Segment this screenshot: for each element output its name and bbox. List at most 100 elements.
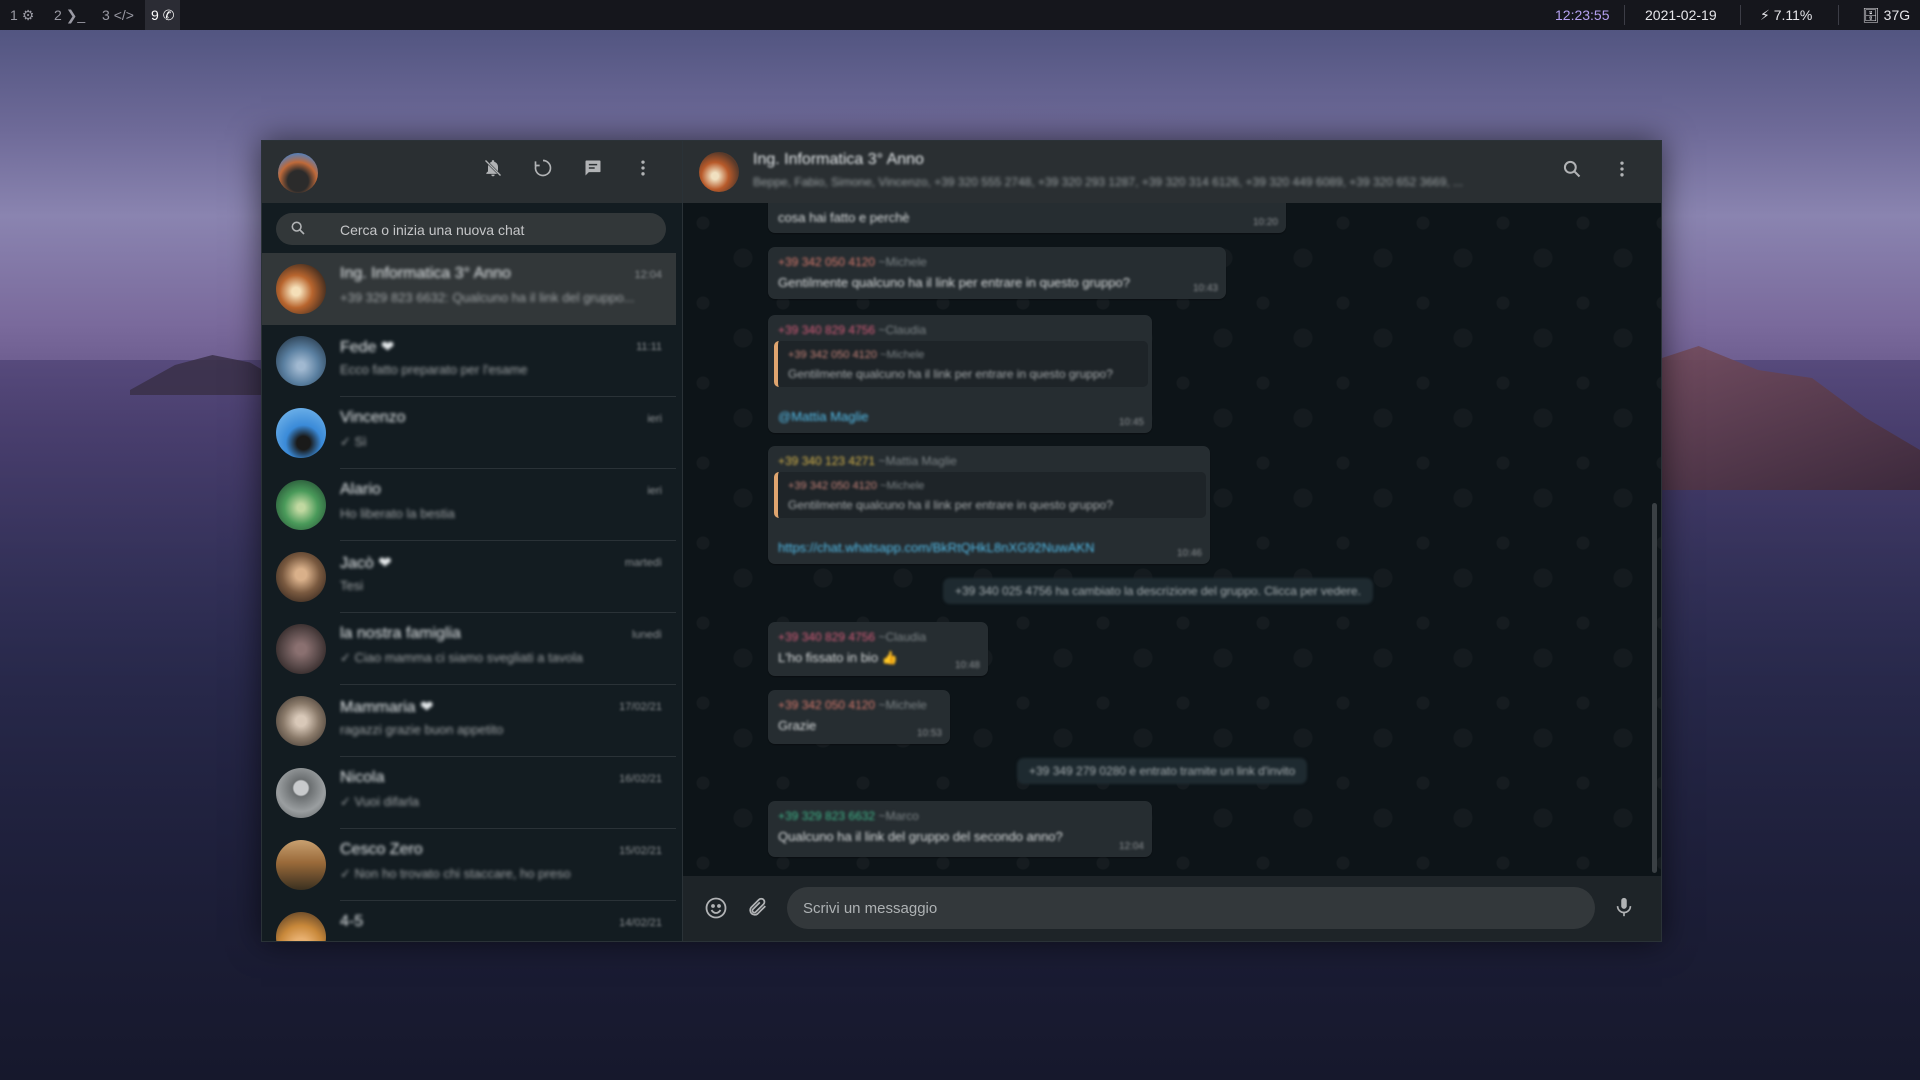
- chat-name: Fede ❤: [340, 339, 395, 356]
- chat-preview: ✓ Ciao mamma ci siamo svegliati a tavola: [340, 650, 583, 665]
- divider: [1624, 5, 1625, 25]
- message-time: 12:04: [1118, 841, 1144, 852]
- chat-time: 15/02/21: [619, 845, 662, 857]
- chat-preview: +39 329 823 6632: Qualcuno ha il link de…: [340, 290, 635, 305]
- whatsapp-icon: ✆: [162, 7, 175, 23]
- conversation-header[interactable]: Ing. Informatica 3° Anno Beppe, Fabio, S…: [683, 141, 1661, 203]
- workspace-1[interactable]: 1 ⚙: [4, 0, 40, 30]
- quoted-message[interactable]: +39 342 050 4120 ~Michele Gentilmente qu…: [774, 341, 1148, 387]
- avatar: [276, 408, 326, 458]
- quoted-text: Gentilmente qualcuno ha il link per entr…: [788, 367, 1113, 381]
- message-text: cosa hai fatto e perchè: [778, 210, 910, 225]
- message-time: 10:20: [1252, 217, 1278, 228]
- message-sender: +39 342 050 4120 ~Michele: [778, 255, 927, 269]
- search-icon: [290, 220, 308, 238]
- message-sender: +39 329 823 6632 ~Marco: [778, 809, 919, 823]
- quoted-text: Gentilmente qualcuno ha il link per entr…: [788, 498, 1113, 512]
- chat-list-item[interactable]: la nostra famiglia ✓ Ciao mamma ci siamo…: [262, 613, 676, 685]
- message-text: L'ho fissato in bio 👍: [778, 650, 898, 665]
- message-time: 10:48: [954, 660, 980, 671]
- workspace-9[interactable]: 9 ✆: [145, 0, 181, 30]
- chat-name: la nostra famiglia: [340, 625, 461, 642]
- search-icon[interactable]: [1559, 159, 1585, 185]
- gear-icon: ⚙: [21, 7, 35, 23]
- chat-preview: ✓ Sì: [340, 434, 367, 449]
- message-bubble[interactable]: +39 340 829 4756 ~Claudia L'ho fissato i…: [768, 622, 988, 676]
- message-bubble[interactable]: cosa hai fatto e perchè 10:20: [768, 203, 1286, 233]
- storage-status: 🗄 37G: [1862, 7, 1911, 23]
- attach-icon[interactable]: [745, 896, 771, 922]
- avatar: [276, 768, 326, 818]
- avatar: [276, 480, 326, 530]
- message-text: Gentilmente qualcuno ha il link per entr…: [778, 275, 1130, 290]
- message-sender: +39 340 829 4756 ~Claudia: [778, 630, 927, 644]
- chat-list-item[interactable]: Alario Ho liberato la bestia ieri: [262, 469, 676, 541]
- chat-preview: Tesi: [340, 578, 364, 593]
- clock-time: 12:23:55: [1555, 7, 1610, 23]
- chat-preview: Ho liberato la bestia: [340, 506, 455, 521]
- quoted-message[interactable]: +39 342 050 4120 ~Michele Gentilmente qu…: [774, 472, 1206, 518]
- chat-list-item[interactable]: Mammaria ❤ ragazzi grazie buon appetito …: [262, 685, 676, 757]
- message-sender: +39 340 829 4756 ~Claudia: [778, 323, 927, 337]
- chat-list-item[interactable]: Cesco Zero ✓ Non ho trovato chi staccare…: [262, 829, 676, 901]
- message-scrollbar[interactable]: [1652, 503, 1657, 873]
- message-time: 10:43: [1192, 283, 1218, 294]
- sidebar-header: [262, 141, 682, 203]
- avatar: [276, 912, 326, 941]
- divider: [1740, 5, 1741, 25]
- chat-name: 4-5: [340, 913, 364, 930]
- system-top-bar: 1 ⚙ 2 ❯_ 3 </> 9 ✆ 12:23:55 2021-02-19 ⚡…: [0, 0, 1920, 30]
- chat-list-item[interactable]: Ing. Informatica 3° Anno +39 329 823 663…: [262, 253, 676, 325]
- message-time: 10:45: [1118, 417, 1144, 428]
- chat-name: Jacò ❤: [340, 555, 392, 572]
- message-composer: [683, 876, 1661, 941]
- menu-icon[interactable]: [630, 158, 656, 184]
- message-input[interactable]: [787, 887, 1595, 929]
- message-list: cosa hai fatto e perchè 10:20 +39 342 05…: [683, 203, 1661, 876]
- chat-time: 16/02/21: [619, 773, 662, 785]
- message-bubble[interactable]: +39 340 829 4756 ~Claudia +39 342 050 41…: [768, 315, 1152, 433]
- search-input[interactable]: [338, 213, 652, 247]
- message-sender: +39 342 050 4120 ~Michele: [778, 698, 927, 712]
- divider: [1838, 5, 1839, 25]
- workspace-3[interactable]: 3 </>: [96, 0, 140, 30]
- message-bubble[interactable]: +39 342 050 4120 ~Michele Grazie 10:53: [768, 690, 950, 744]
- system-message[interactable]: +39 340 025 4756 ha cambiato la descrizi…: [943, 578, 1373, 604]
- microphone-icon[interactable]: [1611, 896, 1637, 922]
- chat-list-item[interactable]: Nicola ✓ Vuoi difarla 16/02/21: [262, 757, 676, 829]
- message-bubble[interactable]: +39 342 050 4120 ~Michele Gentilmente qu…: [768, 247, 1226, 299]
- menu-icon[interactable]: [1609, 159, 1635, 185]
- chat-list-item[interactable]: Vincenzo ✓ Sì ieri: [262, 397, 676, 469]
- chat-name: Cesco Zero: [340, 841, 423, 858]
- chat-name: Mammaria ❤: [340, 699, 434, 716]
- system-message[interactable]: +39 349 279 0280 è entrato tramite un li…: [1017, 758, 1308, 784]
- group-title: Ing. Informatica 3° Anno: [753, 151, 924, 168]
- invite-link[interactable]: https://chat.whatsapp.com/BkRtQHkL8nXG92…: [778, 540, 1094, 555]
- code-icon: </>: [113, 7, 134, 23]
- quoted-sender: +39 342 050 4120 ~Michele: [788, 349, 925, 361]
- profile-avatar[interactable]: [278, 153, 318, 193]
- chat-list-item[interactable]: 4-5 14/02/21: [262, 901, 676, 941]
- avatar: [276, 552, 326, 602]
- new-chat-icon[interactable]: [580, 158, 606, 184]
- terminal-icon: ❯_: [65, 7, 86, 23]
- message-mention[interactable]: @Mattia Maglie: [778, 409, 869, 424]
- message-bubble[interactable]: +39 329 823 6632 ~Marco Qualcuno ha il l…: [768, 801, 1152, 857]
- message-time: 10:46: [1176, 548, 1202, 559]
- emoji-icon[interactable]: [703, 896, 729, 922]
- search-box[interactable]: [276, 213, 666, 247]
- workspace-2[interactable]: 2 ❯_: [48, 0, 91, 30]
- chat-name: Vincenzo: [340, 409, 406, 426]
- chat-list: Ing. Informatica 3° Anno +39 329 823 663…: [262, 253, 682, 941]
- chat-preview: Ecco fatto preparato per l'esame: [340, 362, 528, 377]
- clock-date: 2021-02-19: [1645, 7, 1717, 23]
- message-text: Grazie: [778, 718, 817, 733]
- chat-list-item[interactable]: Fede ❤ Ecco fatto preparato per l'esame …: [262, 325, 676, 397]
- status-icon[interactable]: [530, 158, 556, 184]
- chat-list-item[interactable]: Jacò ❤ Tesi martedì: [262, 541, 676, 613]
- chat-name: Alario: [340, 481, 381, 498]
- notifications-off-icon[interactable]: [480, 158, 506, 184]
- group-avatar[interactable]: [699, 152, 739, 192]
- chat-time: ieri: [647, 485, 662, 497]
- message-bubble[interactable]: +39 340 123 4271 ~Mattia Maglie +39 342 …: [768, 446, 1210, 564]
